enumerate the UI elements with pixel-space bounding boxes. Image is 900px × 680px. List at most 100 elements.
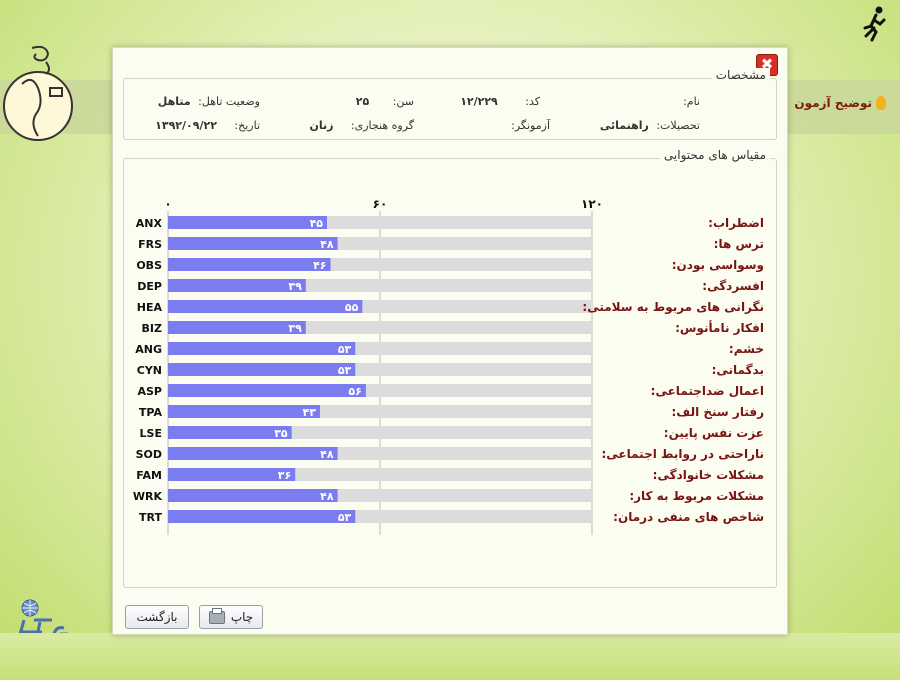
bar-value-label: ۳۶ bbox=[278, 469, 291, 482]
category-code-label: ANG bbox=[135, 343, 162, 356]
bar-value-label: ۴۶ bbox=[313, 259, 326, 272]
back-button[interactable]: بازگشت bbox=[125, 605, 189, 629]
education-field: تحصیلات: راهنمائی bbox=[600, 119, 700, 132]
bar bbox=[168, 468, 296, 481]
bar bbox=[168, 447, 338, 460]
bottom-bar bbox=[0, 633, 900, 680]
exit-runner-icon[interactable] bbox=[862, 6, 888, 42]
bar bbox=[168, 510, 356, 523]
age-label: سن: bbox=[392, 95, 414, 108]
bar-value-label: ۴۵ bbox=[310, 217, 324, 230]
bar bbox=[168, 363, 356, 376]
norm-group-label: گروه هنجاری: bbox=[350, 119, 414, 132]
category-name-label: مشکلات خانوادگی: bbox=[653, 468, 764, 483]
date-field: تاریخ: ۱۳۹۲/۰۹/۲۲ bbox=[155, 119, 260, 132]
category-code-label: FAM bbox=[136, 469, 162, 482]
print-label: چاپ bbox=[230, 610, 254, 624]
info-legend: مشخصات bbox=[711, 68, 770, 82]
category-code-label: HEA bbox=[137, 301, 163, 314]
bar bbox=[168, 321, 306, 334]
axis-tick-label: ۶۰ bbox=[373, 197, 388, 211]
category-name-label: ترس ها: bbox=[714, 237, 764, 251]
category-code-label: OBS bbox=[136, 259, 162, 272]
category-name-label: رفتار سنخ الف: bbox=[672, 405, 765, 419]
marital-value: متاهل bbox=[157, 95, 191, 108]
name-label: نام: bbox=[683, 95, 700, 108]
bar-value-label: ۳۵ bbox=[274, 427, 288, 440]
date-value: ۱۳۹۲/۰۹/۲۲ bbox=[155, 119, 217, 132]
category-code-label: TPA bbox=[139, 406, 163, 419]
bar bbox=[168, 426, 292, 439]
printer-icon bbox=[208, 607, 225, 624]
category-name-label: نگرانی های مربوط به سلامتی: bbox=[582, 300, 764, 315]
category-name-label: شاخص های منفی درمان: bbox=[613, 510, 764, 524]
category-code-label: DEP bbox=[137, 280, 162, 293]
category-name-label: مشکلات مربوط به کار: bbox=[629, 489, 764, 504]
bar bbox=[168, 279, 306, 292]
category-name-label: اضطراب: bbox=[708, 216, 764, 230]
bar-value-label: ۵۵ bbox=[345, 301, 359, 314]
category-name-label: عزت نفس پایین: bbox=[664, 426, 764, 440]
bar bbox=[168, 300, 363, 313]
marital-label: وضعیت تاهل: bbox=[198, 95, 260, 108]
name-field: نام: bbox=[679, 95, 700, 108]
norm-group-field: گروه هنجاری: زنان bbox=[309, 119, 414, 132]
bar bbox=[168, 405, 320, 418]
info-fieldset: مشخصات نام: کد: ۱۲/۲۲۹ سن: ۲۵ وضعیت تاهل… bbox=[123, 68, 777, 140]
bar bbox=[168, 237, 338, 250]
axis-tick-label: ۱۲۰ bbox=[581, 197, 603, 211]
age-value: ۲۵ bbox=[355, 95, 370, 108]
examiner-field: آزمونگر: bbox=[507, 119, 550, 132]
category-name-label: افکار نامأنوس: bbox=[675, 320, 764, 336]
education-label: تحصیلات: bbox=[656, 119, 700, 132]
scale-report-dialog: ✖ مشخصات نام: کد: ۱۲/۲۲۹ سن: ۲۵ وضعیت تا… bbox=[112, 47, 788, 635]
test-help-label: توضیح آزمون bbox=[794, 96, 872, 110]
bar-value-label: ۵۳ bbox=[338, 511, 352, 524]
bar-value-label: ۴۸ bbox=[320, 448, 334, 461]
code-field: کد: ۱۲/۲۲۹ bbox=[460, 95, 540, 108]
axis-tick-label: ۰ bbox=[164, 197, 171, 211]
scales-bar-chart: ۰ ۶۰ ۱۲۰ ۴۵ ANX اضطراب: ۴۸ FRS ترس ها: ۴۶ OBS وسواس… bbox=[133, 197, 765, 535]
category-code-label: WRK bbox=[133, 490, 163, 503]
test-help-link[interactable]: توضیح آزمون bbox=[794, 96, 886, 110]
bar bbox=[168, 216, 327, 229]
app-logo-icon bbox=[3, 45, 73, 141]
marital-field: وضعیت تاهل: متاهل bbox=[158, 95, 260, 108]
scales-fieldset: مقیاس های محتوایی ۰ ۶۰ ۱۲۰ ۴۵ ANX اضطراب: ۴۸ FR… bbox=[123, 148, 777, 588]
bar-value-label: ۴۸ bbox=[320, 238, 334, 251]
category-code-label: ASP bbox=[138, 385, 163, 398]
bar-value-label: ۴۸ bbox=[320, 490, 334, 503]
bar-value-label: ۴۳ bbox=[302, 406, 316, 419]
category-name-label: خشم: bbox=[729, 342, 764, 356]
bar-value-label: ۵۳ bbox=[338, 343, 352, 356]
bar-value-label: ۵۳ bbox=[338, 364, 352, 377]
category-code-label: SOD bbox=[136, 448, 162, 461]
category-code-label: ANX bbox=[136, 217, 163, 230]
bar bbox=[168, 342, 356, 355]
norm-group-value: زنان bbox=[309, 119, 334, 132]
date-label: تاریخ: bbox=[234, 119, 260, 132]
bar-value-label: ۳۹ bbox=[288, 322, 302, 335]
category-name-label: ناراحتی در روابط اجتماعی: bbox=[601, 447, 764, 462]
category-name-label: اعمال ضداجتماعی: bbox=[651, 384, 764, 398]
examiner-label: آزمونگر: bbox=[511, 119, 550, 132]
bulb-icon bbox=[876, 96, 886, 110]
back-label: بازگشت bbox=[136, 610, 178, 624]
bar-value-label: ۳۹ bbox=[288, 280, 302, 293]
education-value: راهنمائی bbox=[599, 119, 649, 132]
category-name-label: افسردگی: bbox=[702, 279, 764, 293]
category-code-label: FRS bbox=[138, 238, 162, 251]
bar bbox=[168, 258, 331, 271]
category-code-label: BIZ bbox=[142, 322, 162, 335]
category-code-label: LSE bbox=[140, 427, 162, 440]
bar bbox=[168, 489, 338, 502]
category-name-label: وسواسی بودن: bbox=[672, 258, 764, 273]
category-code-label: TRT bbox=[139, 511, 162, 524]
bar-value-label: ۵۶ bbox=[348, 385, 361, 398]
bar bbox=[168, 384, 366, 397]
code-label: کد: bbox=[525, 95, 540, 108]
print-button[interactable]: چاپ bbox=[199, 605, 263, 629]
category-code-label: CYN bbox=[137, 364, 162, 377]
code-value: ۱۲/۲۲۹ bbox=[460, 95, 498, 108]
category-name-label: بدگمانی: bbox=[712, 363, 764, 377]
